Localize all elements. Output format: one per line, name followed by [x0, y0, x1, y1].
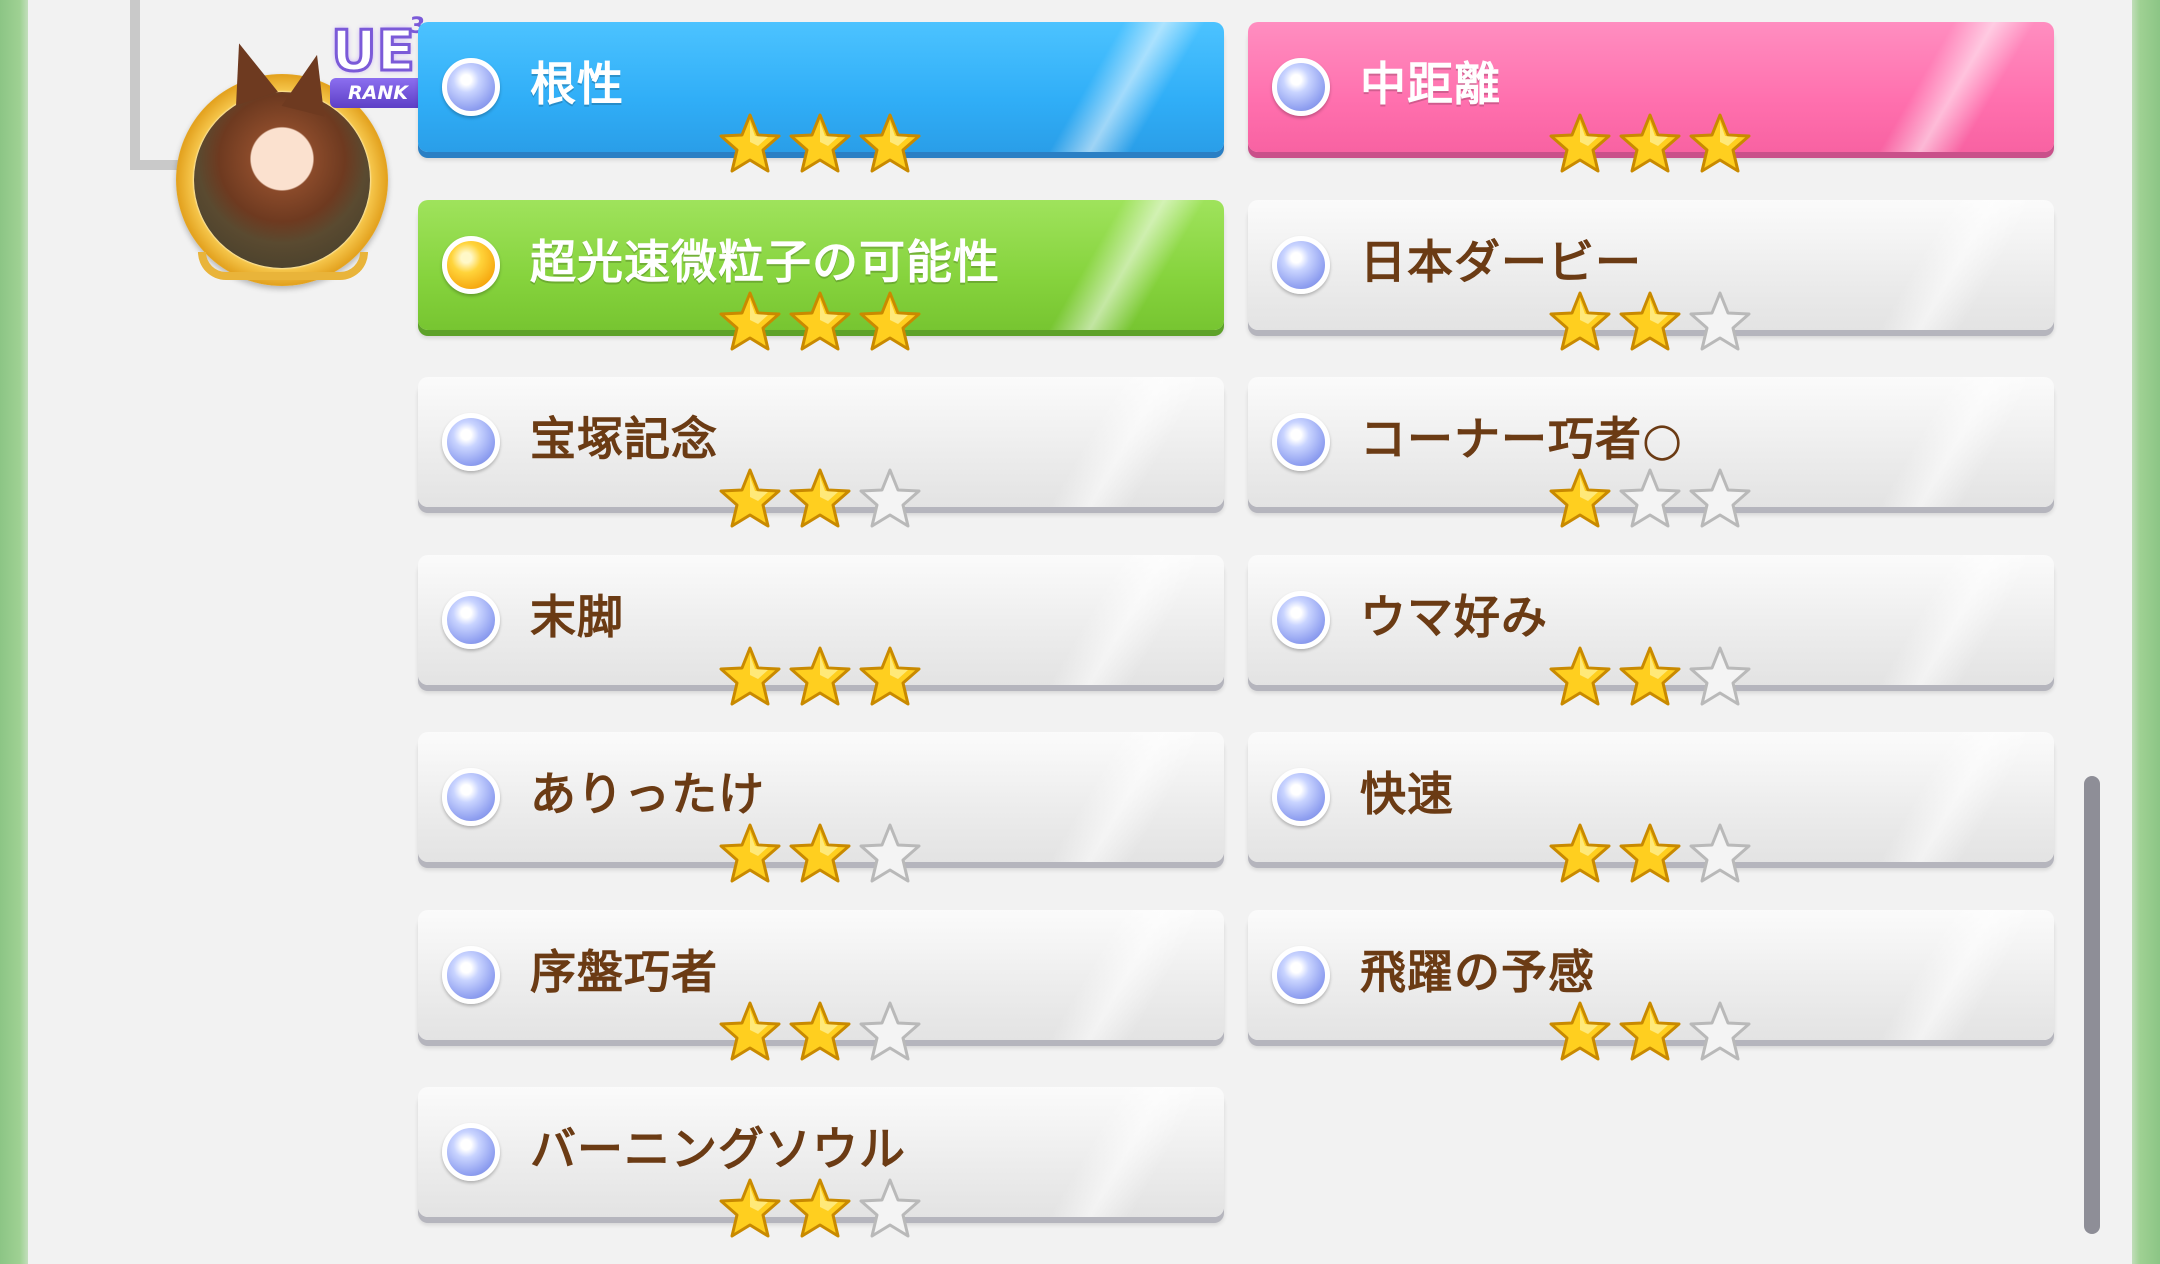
star-filled-icon	[858, 290, 922, 354]
star-empty-icon	[1618, 467, 1682, 531]
star-filled-icon	[1548, 467, 1612, 531]
star-filled-icon	[718, 645, 782, 709]
star-empty-icon	[858, 467, 922, 531]
star-filled-icon	[858, 645, 922, 709]
blue-orb-icon	[442, 413, 500, 471]
star-rating	[1548, 645, 1768, 715]
skill-name: 飛躍の予感	[1360, 944, 1595, 999]
star-filled-icon	[1548, 290, 1612, 354]
star-rating	[1548, 1000, 1768, 1070]
blue-orb-icon	[442, 945, 500, 1004]
star-rating	[1548, 290, 1768, 360]
skill-name: 日本ダービー	[1360, 234, 1642, 289]
star-rating	[718, 645, 938, 715]
star-empty-icon	[1688, 645, 1752, 709]
avatar-stand	[198, 252, 368, 280]
star-filled-icon	[788, 290, 852, 354]
star-filled-icon	[1688, 112, 1752, 176]
character-avatar[interactable]: UE 3 RANK	[168, 14, 426, 286]
skill-name: ウマ好み	[1360, 589, 1548, 644]
skill-name: 根性	[530, 57, 624, 111]
star-empty-icon	[1688, 467, 1752, 531]
star-filled-icon	[718, 1000, 782, 1064]
star-rating	[1548, 467, 1768, 537]
star-empty-icon	[858, 822, 922, 886]
star-filled-icon	[1548, 645, 1612, 709]
blue-orb-icon	[1272, 768, 1330, 826]
star-empty-icon	[858, 1177, 922, 1241]
star-filled-icon	[718, 467, 782, 531]
star-rating	[718, 290, 938, 360]
star-empty-icon	[1688, 1000, 1752, 1064]
blue-orb-icon	[1272, 58, 1330, 116]
star-rating	[1548, 822, 1768, 892]
skill-name: 宝塚記念	[530, 412, 718, 466]
star-filled-icon	[1548, 1000, 1612, 1064]
star-empty-icon	[1688, 822, 1752, 886]
skill-name: 末脚	[530, 589, 624, 644]
skill-name: 超光速微粒子の可能性	[530, 234, 1000, 289]
blue-orb-icon	[1272, 590, 1330, 649]
star-filled-icon	[1618, 290, 1682, 354]
blue-orb-icon	[1272, 235, 1330, 294]
star-filled-icon	[718, 290, 782, 354]
avatar-portrait	[194, 92, 370, 268]
star-empty-icon	[1688, 290, 1752, 354]
star-filled-icon	[1618, 822, 1682, 886]
gold-orb-icon	[442, 235, 500, 294]
skill-name: 序盤巧者	[530, 944, 718, 999]
blue-orb-icon	[1272, 945, 1330, 1004]
star-filled-icon	[718, 1177, 782, 1241]
star-filled-icon	[858, 112, 922, 176]
star-rating	[718, 822, 938, 892]
blue-orb-icon	[442, 58, 500, 116]
star-filled-icon	[1618, 1000, 1682, 1064]
star-filled-icon	[1548, 822, 1612, 886]
star-rating	[718, 112, 938, 182]
star-filled-icon	[788, 1177, 852, 1241]
blue-orb-icon	[1272, 413, 1330, 471]
skill-name: バーニングソウル	[530, 1122, 906, 1176]
star-rating	[718, 1177, 938, 1247]
star-filled-icon	[718, 112, 782, 176]
skill-name: コーナー巧者○	[1360, 412, 1684, 466]
star-rating	[1548, 112, 1768, 182]
star-empty-icon	[858, 1000, 922, 1064]
skill-name: 中距離	[1360, 57, 1501, 111]
skill-name: 快速	[1360, 767, 1454, 821]
blue-orb-icon	[442, 768, 500, 826]
star-filled-icon	[788, 1000, 852, 1064]
star-rating	[718, 467, 938, 537]
blue-orb-icon	[442, 590, 500, 649]
blue-orb-icon	[442, 1123, 500, 1181]
ue-rank-badge: UE 3 RANK	[318, 14, 430, 114]
star-filled-icon	[1618, 112, 1682, 176]
scrollbar[interactable]	[2084, 776, 2100, 1234]
star-filled-icon	[1618, 645, 1682, 709]
rank-tag: RANK	[330, 78, 426, 108]
star-rating	[718, 1000, 938, 1070]
star-filled-icon	[1548, 112, 1612, 176]
star-filled-icon	[788, 467, 852, 531]
star-filled-icon	[788, 112, 852, 176]
star-filled-icon	[788, 822, 852, 886]
star-filled-icon	[718, 822, 782, 886]
star-filled-icon	[788, 645, 852, 709]
skill-name: ありったけ	[530, 767, 765, 821]
